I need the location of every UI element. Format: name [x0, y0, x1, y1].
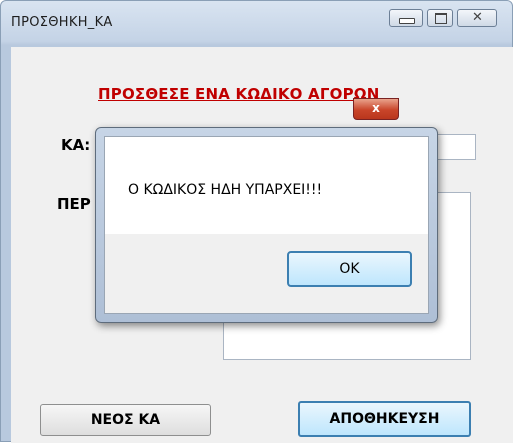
- dialog-message: Ο ΚΩΔΙΚΟΣ ΗΔΗ ΥΠΑΡΧΕΙ!!!: [128, 182, 323, 198]
- new-code-button[interactable]: ΝΕΟΣ ΚΑ: [40, 404, 211, 436]
- window-close-button[interactable]: ✕: [457, 9, 497, 27]
- minimize-button[interactable]: [389, 9, 423, 27]
- maximize-button[interactable]: [427, 9, 453, 27]
- description-label: ΠΕΡ: [57, 195, 91, 213]
- dialog-body: Ο ΚΩΔΙΚΟΣ ΗΔΗ ΥΠΑΡΧΕΙ!!! OK: [104, 136, 429, 314]
- close-icon: x: [372, 101, 380, 115]
- message-dialog: Ο ΚΩΔΙΚΟΣ ΗΔΗ ΥΠΑΡΧΕΙ!!! OK: [95, 127, 438, 323]
- ok-button[interactable]: OK: [287, 251, 412, 287]
- dialog-close-button[interactable]: x: [353, 98, 399, 120]
- window-title: ΠΡΟΣΘΗΚΗ_ΚΑ: [11, 15, 113, 30]
- save-button[interactable]: ΑΠΟΘΗΚΕΥΣΗ: [298, 401, 471, 437]
- close-icon: ✕: [472, 10, 483, 25]
- code-label: ΚΑ:: [61, 136, 91, 154]
- form-heading: ΠΡΟΣΘΕΣΕ ΕΝΑ ΚΩΔΙΚΟ ΑΓΟΡΩΝ: [98, 85, 380, 103]
